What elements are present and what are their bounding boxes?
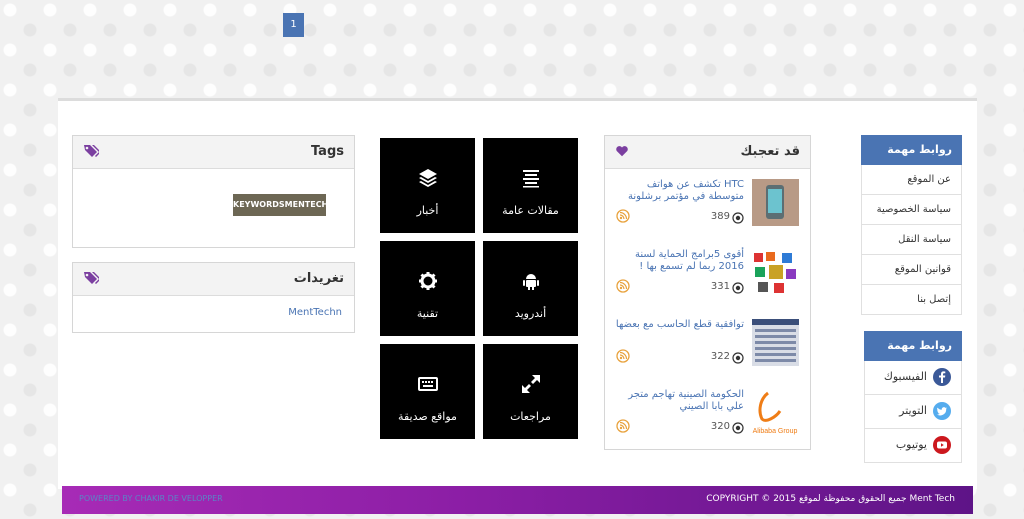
heart-icon [616,146,628,157]
tile-label: مقالات عامة [502,204,559,217]
tweets-box-header: تغريدات [73,263,354,296]
link-about[interactable]: عن الموقع [861,165,962,195]
social-youtube[interactable]: يوتيوب [864,429,962,463]
likes-box: قد تعجبك HTC تكشف عن هواتف متوسطة في مؤت… [604,135,811,450]
social-label: الفيسبوك [883,370,927,383]
likes-box-title: قد تعجبك [740,144,800,159]
post-title[interactable]: توافقية قطع الحاسب مع بعضها [614,319,744,331]
layers-icon [419,169,437,187]
rss-icon[interactable] [616,349,630,363]
pagination-page-1[interactable]: 1 [283,13,304,37]
post-title[interactable]: الحكومة الصينية تهاجم متجر علي بابا الصي… [614,389,744,413]
eye-icon [732,422,744,434]
post-views: 331 [710,281,730,292]
post-title[interactable]: أقوى 5برامج الحماية لسنة 2016 ربما لم تس… [614,249,744,273]
alibaba-logo: Alibaba Group [752,389,799,436]
tile-news[interactable]: أخبار [380,138,475,233]
tags-icon [84,145,99,157]
social-twitter[interactable]: التويتر [864,395,962,429]
social-box: روابط مهمة الفيسبوك التويتر يوتيوب [864,331,962,463]
social-box-title: روابط مهمة [864,331,962,361]
tile-label: تقنية [416,307,439,320]
lines-icon [523,170,539,188]
tweets-box: تغريدات MentTechn [72,262,355,333]
tile-reviews[interactable]: مراجعات [483,344,578,439]
tags-box: Tags KEYWORDSMENTECH [72,135,355,248]
post-item[interactable]: HTC تكشف عن هواتف متوسطة في مؤتمر برشلون… [605,179,810,239]
tile-label: أندرويد [514,307,547,320]
rss-icon[interactable] [616,279,630,293]
tags-icon [84,272,99,284]
footer-powered-by[interactable]: POWERED BY CHAKIR DE VELOPPER [79,494,223,503]
post-views: 320 [710,421,730,432]
tag-keywordsmentech[interactable]: KEYWORDSMENTECH [233,194,328,216]
alibaba-logo-text: Alibaba Group [753,428,798,435]
eye-icon [732,352,744,364]
link-rules[interactable]: قوانين الموقع [861,255,962,285]
footer: POWERED BY CHAKIR DE VELOPPER COPYRIGHT … [62,486,973,514]
tile-label: أخبار [416,204,439,217]
eye-icon [732,282,744,294]
post-title[interactable]: HTC تكشف عن هواتف متوسطة في مؤتمر برشلون… [614,179,744,203]
tags-box-header: Tags [73,136,354,169]
tile-friend-sites[interactable]: مواقع صديقة [380,344,475,439]
link-contact[interactable]: إتصل بنا [861,285,962,315]
post-thumbnail [752,319,799,366]
footer-copyright: COPYRIGHT © 2015 جميع الحقوق محفوظة لموق… [706,494,955,504]
youtube-icon [933,436,951,454]
tile-label: مراجعات [510,410,551,423]
tile-general-articles[interactable]: مقالات عامة [483,138,578,233]
post-item[interactable]: Alibaba Group الحكومة الصينية تهاجم متجر… [605,389,810,449]
links-box: روابط مهمة عن الموقع سياسة الخصوصية سياس… [861,135,962,315]
social-label: التويتر [899,404,927,417]
twitter-icon [933,402,951,420]
social-facebook[interactable]: الفيسبوك [864,361,962,395]
post-item[interactable]: أقوى 5برامج الحماية لسنة 2016 ربما لم تس… [605,249,810,309]
tweets-box-title: تغريدات [293,271,344,286]
likes-box-header: قد تعجبك [605,136,810,169]
eye-icon [732,212,744,224]
tags-box-title: Tags [310,144,344,159]
link-privacy[interactable]: سياسة الخصوصية [861,195,962,225]
rss-icon[interactable] [616,209,630,223]
expand-icon [522,375,540,393]
post-views: 389 [710,211,730,222]
post-item[interactable]: توافقية قطع الحاسب مع بعضها 322 [605,319,810,379]
tile-tech[interactable]: تقنية [380,241,475,336]
links-box-title: روابط مهمة [861,135,962,165]
post-thumbnail [752,179,799,226]
rss-icon[interactable] [616,419,630,433]
social-label: يوتيوب [895,438,927,451]
tile-label: مواقع صديقة [398,410,457,423]
gear-icon [419,272,437,290]
android-icon [523,274,539,290]
tile-android[interactable]: أندرويد [483,241,578,336]
post-thumbnail [752,249,799,296]
twitter-user-link[interactable]: MentTechn [288,307,342,318]
facebook-icon [933,368,951,386]
link-copy-policy[interactable]: سياسة النقل [861,225,962,255]
keyboard-icon [418,377,438,391]
post-views: 322 [710,351,730,362]
